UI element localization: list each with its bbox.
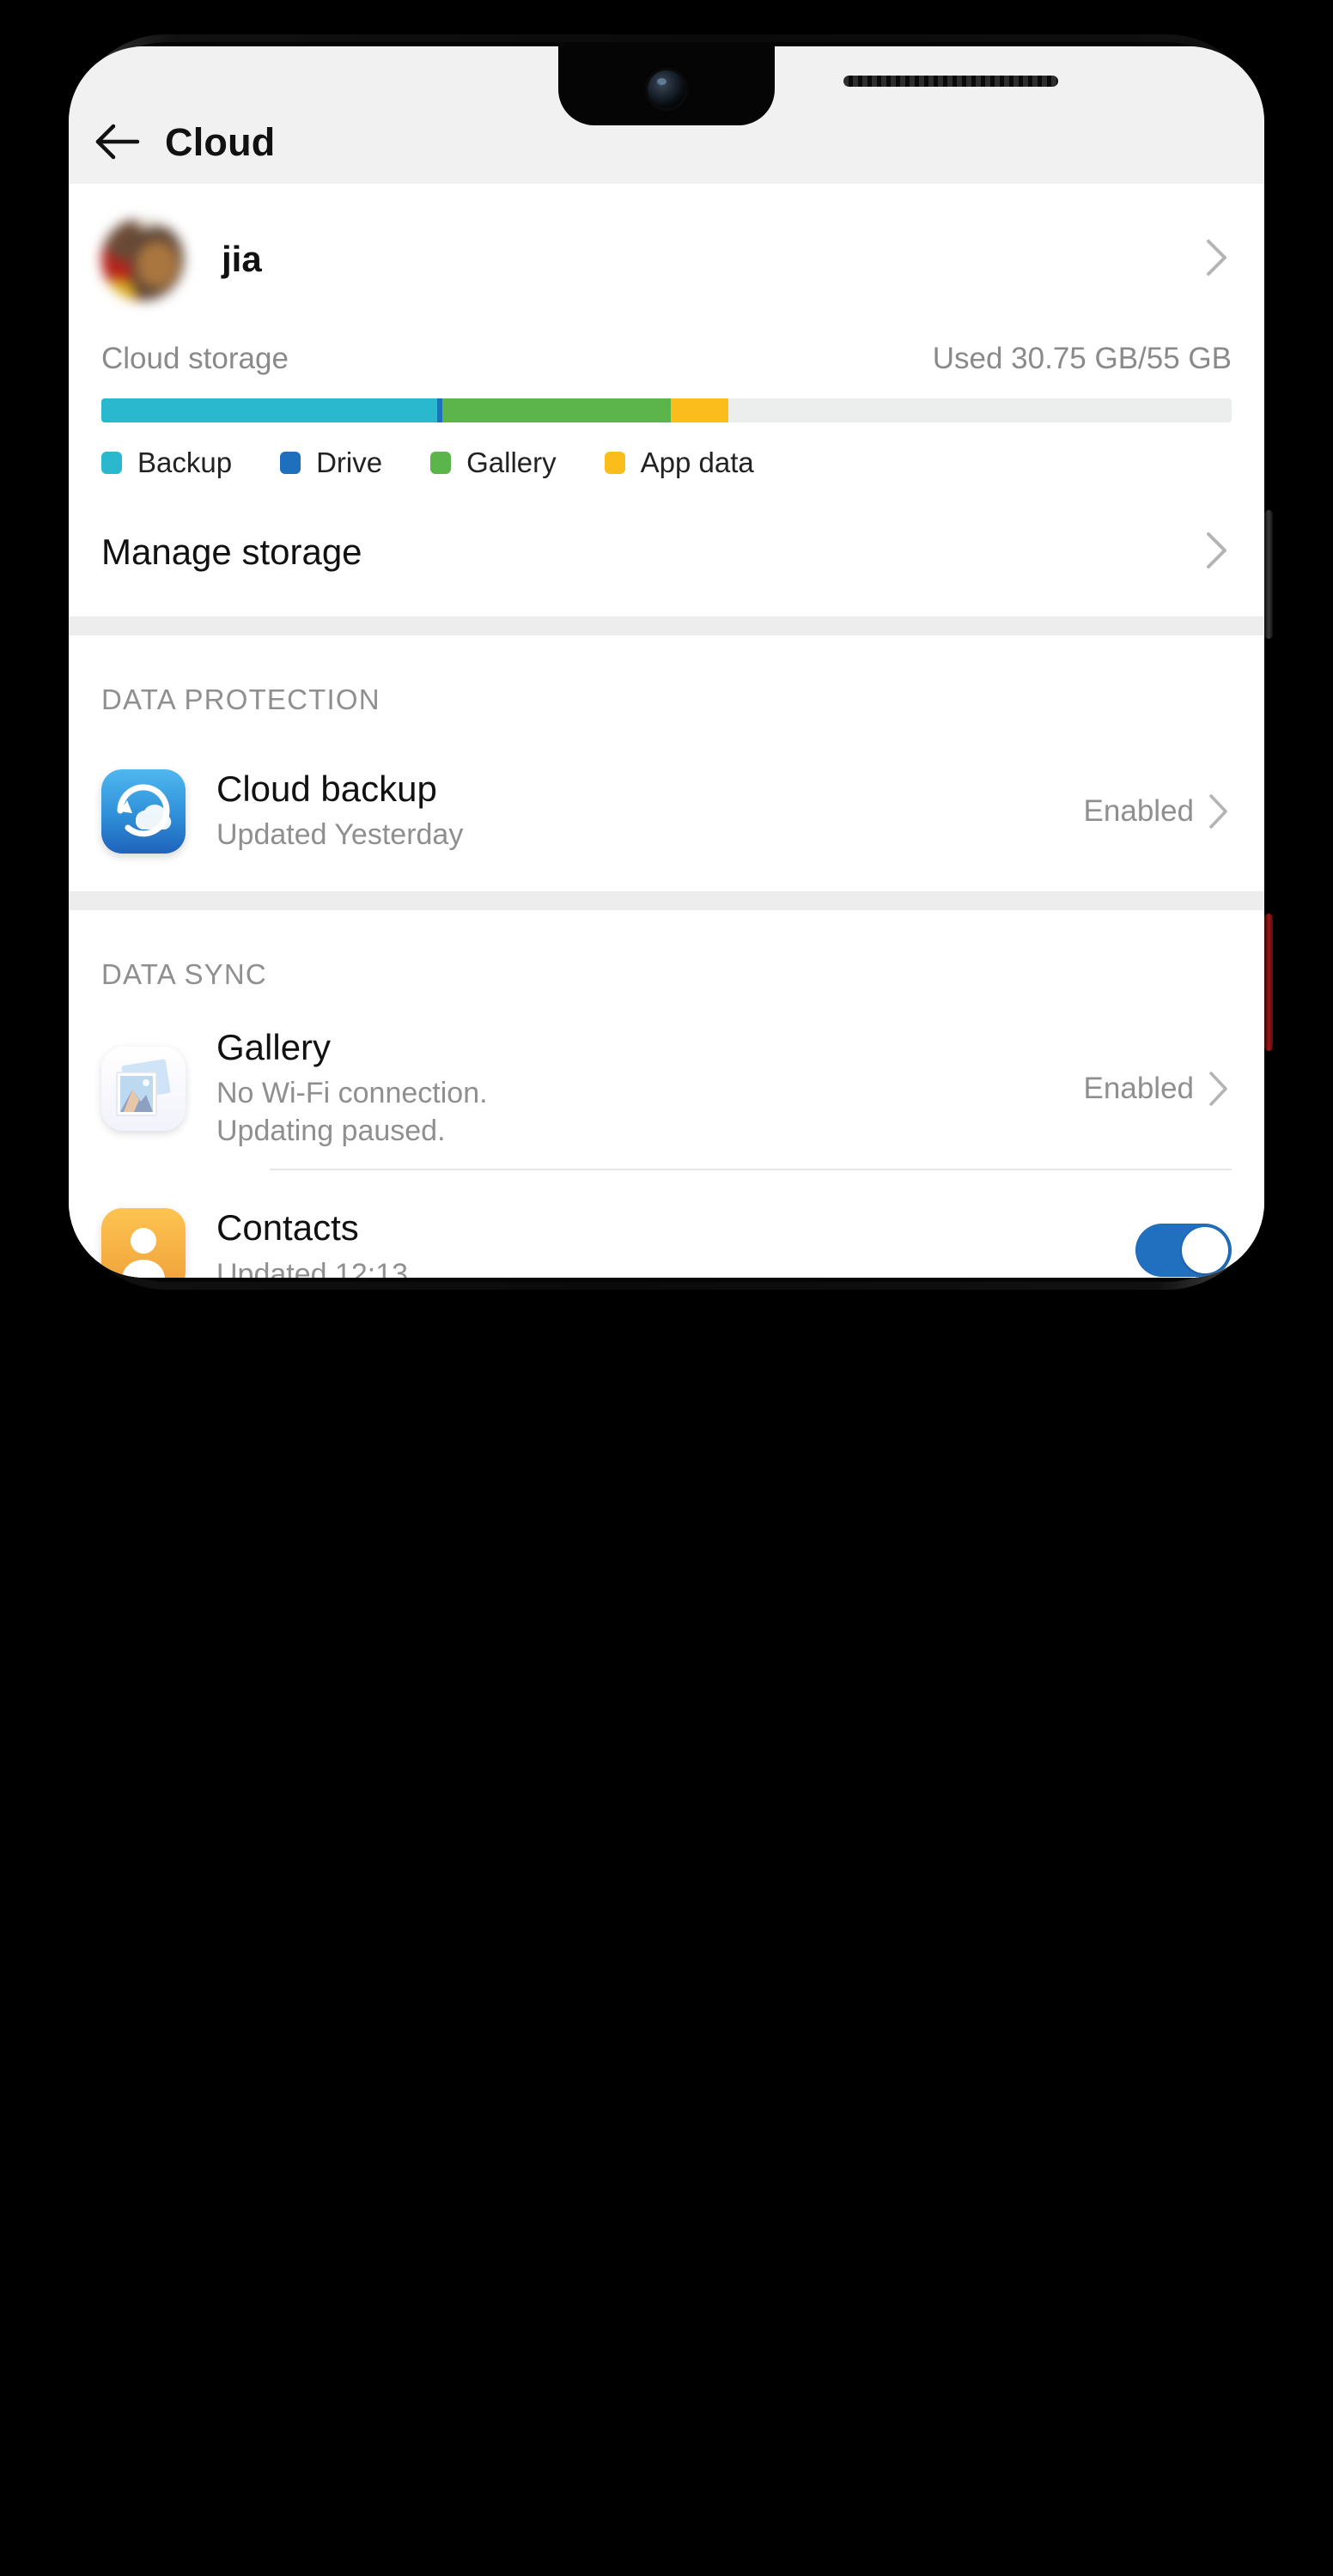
- section-divider-2: [69, 891, 1264, 910]
- account-storage-section: jia Cloud storage Used 30.75 GB/55 GB Ba…: [69, 184, 1264, 488]
- contacts-title: Contacts: [216, 1207, 359, 1249]
- gallery-subtitle: No Wi-Fi connection. Updating paused.: [216, 1077, 488, 1147]
- chevron-right-icon: [1209, 1071, 1227, 1106]
- contacts-text: Contacts Updated 12:13: [216, 1207, 1123, 1278]
- storage-segment-gallery: [442, 398, 672, 422]
- chevron-right-icon: [1209, 794, 1227, 829]
- legend-dot-icon: [101, 452, 122, 474]
- account-row[interactable]: jia: [101, 184, 1232, 335]
- cloud-backup-subtitle: Updated Yesterday: [216, 818, 464, 852]
- account-name: jia: [222, 239, 262, 279]
- data-protection-section: DATA PROTECTION Cloud backup Updated Yes…: [69, 635, 1264, 891]
- legend-label: App data: [640, 447, 754, 478]
- avatar: [101, 218, 184, 301]
- cloud-backup-icon-wrap: [101, 769, 216, 854]
- legend-item-app-data: App data: [604, 447, 754, 479]
- legend-label: Backup: [137, 447, 233, 478]
- phone-screen: Cloud jia Cloud storage Used 30.75 GB/55…: [69, 46, 1264, 1278]
- contacts-right[interactable]: [1135, 1224, 1232, 1278]
- contacts-toggle[interactable]: [1135, 1224, 1232, 1278]
- legend-label: Drive: [316, 447, 383, 478]
- earpiece-speaker: [843, 76, 1058, 87]
- storage-label: Cloud storage: [101, 342, 289, 375]
- gallery-text: Gallery No Wi-Fi connection. Updating pa…: [216, 1027, 1072, 1150]
- legend-item-drive: Drive: [280, 447, 382, 479]
- legend-dot-icon: [604, 452, 625, 474]
- cloud-backup-status: Enabled: [1083, 794, 1194, 828]
- phone-device: Cloud jia Cloud storage Used 30.75 GB/55…: [52, 29, 1281, 1295]
- cloud-backup-row[interactable]: Cloud backup Updated Yesterday Enabled: [101, 732, 1232, 891]
- cloud-backup-text: Cloud backup Updated Yesterday: [216, 769, 1072, 854]
- gallery-icon: [101, 1046, 186, 1131]
- display-notch: [558, 46, 1058, 125]
- storage-legend: Backup Drive Gallery App data: [101, 447, 1232, 488]
- gallery-right[interactable]: Enabled: [1084, 1069, 1232, 1109]
- legend-dot-icon: [280, 452, 301, 474]
- section-divider: [69, 617, 1264, 635]
- legend-item-backup: Backup: [101, 447, 232, 479]
- gallery-row[interactable]: Gallery No Wi-Fi connection. Updating pa…: [101, 1006, 1232, 1171]
- manage-storage-section: Manage storage: [69, 488, 1264, 617]
- data-sync-section: DATA SYNC Gallery No Wi-Fi connection. U…: [69, 910, 1264, 1278]
- cloud-backup-title: Cloud backup: [216, 769, 437, 810]
- legend-label: Gallery: [466, 447, 557, 478]
- chevron-right-icon: [1207, 532, 1226, 568]
- storage-header: Cloud storage Used 30.75 GB/55 GB: [101, 335, 1232, 376]
- front-camera-icon: [648, 70, 685, 108]
- gallery-status: Enabled: [1083, 1071, 1194, 1105]
- manage-storage-chevron: [1202, 529, 1232, 576]
- storage-segment-drive: [436, 398, 443, 422]
- legend-item-gallery: Gallery: [430, 447, 557, 479]
- contacts-subtitle: Updated 12:13: [216, 1257, 409, 1278]
- legend-dot-icon: [430, 452, 452, 474]
- data-sync-header: DATA SYNC: [101, 958, 267, 990]
- cloud-backup-icon: [101, 769, 186, 854]
- back-button[interactable]: [69, 122, 165, 161]
- screenshot-stage: Cloud jia Cloud storage Used 30.75 GB/55…: [0, 0, 1333, 2576]
- contacts-icon: [101, 1208, 186, 1278]
- contacts-row[interactable]: Contacts Updated 12:13: [101, 1170, 1232, 1278]
- storage-used-text: Used 30.75 GB/55 GB: [932, 342, 1232, 375]
- page-title: Cloud: [165, 120, 276, 164]
- gallery-title: Gallery: [216, 1027, 332, 1067]
- storage-segment-backup: [101, 398, 437, 422]
- manage-storage-row[interactable]: Manage storage: [101, 488, 1232, 617]
- page-content: jia Cloud storage Used 30.75 GB/55 GB Ba…: [69, 184, 1264, 1278]
- chevron-right-icon: [1207, 239, 1226, 276]
- cloud-backup-right[interactable]: Enabled: [1084, 792, 1232, 831]
- storage-segment-app-data: [671, 398, 729, 422]
- back-arrow-icon: [95, 124, 140, 160]
- volume-button[interactable]: [1264, 914, 1273, 1051]
- storage-bar: [101, 398, 1232, 422]
- account-chevron: [1202, 236, 1232, 283]
- gallery-icon-wrap: [101, 1046, 216, 1131]
- manage-storage-label: Manage storage: [101, 532, 362, 572]
- data-protection-header: DATA PROTECTION: [101, 683, 380, 715]
- power-button[interactable]: [1264, 510, 1273, 639]
- contacts-icon-wrap: [101, 1208, 216, 1278]
